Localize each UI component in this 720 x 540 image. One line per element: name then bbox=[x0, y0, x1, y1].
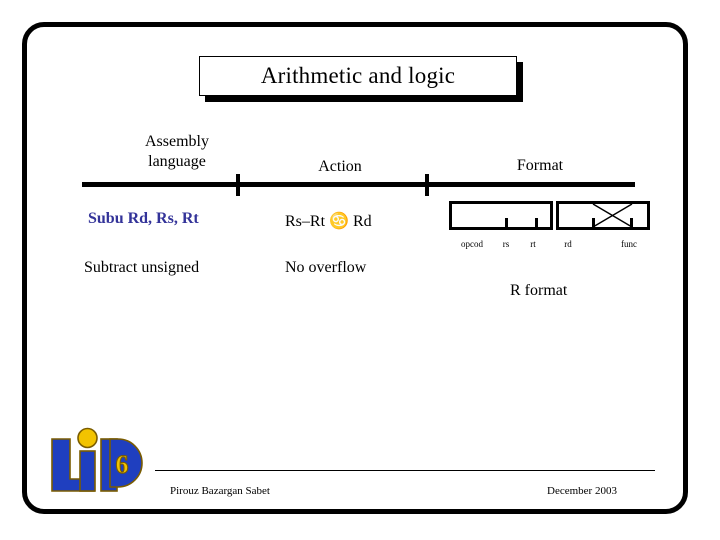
format-field-label-opcod: opcod bbox=[461, 239, 483, 249]
format-diagram-caption: R format bbox=[510, 282, 568, 299]
footer-divider-rule bbox=[155, 470, 655, 471]
column-header-assembly: Assembly language bbox=[112, 132, 242, 171]
column-separator-tick-1 bbox=[236, 174, 240, 196]
format-field-divider-opcod-rs bbox=[505, 218, 508, 227]
column-separator-tick-2 bbox=[425, 174, 429, 196]
format-field-label-rs: rs bbox=[502, 239, 510, 249]
format-field-label-rt: rt bbox=[530, 239, 536, 249]
format-field-crossed-out-icon bbox=[592, 203, 633, 228]
action-expression: Rs–Rt ♋ Rd bbox=[285, 213, 372, 230]
svg-text:6: 6 bbox=[116, 450, 129, 479]
assembly-description: Subtract unsigned bbox=[84, 259, 200, 276]
page-title: Arithmetic and logic bbox=[260, 63, 456, 88]
footer-date: December 2003 bbox=[547, 485, 617, 497]
title-box: Arithmetic and logic bbox=[199, 56, 517, 96]
column-header-assembly-line1: Assembly bbox=[145, 133, 209, 150]
column-header-format: Format bbox=[516, 157, 564, 174]
format-field-label-func: func bbox=[621, 239, 637, 249]
lip6-logo: 6 bbox=[50, 425, 150, 493]
format-field-divider-rs-rt bbox=[535, 218, 538, 227]
instruction-format-diagram bbox=[449, 201, 650, 230]
column-header-action: Action bbox=[318, 158, 362, 175]
slide-canvas: Arithmetic and logic Assembly language A… bbox=[0, 0, 720, 540]
header-divider-rule bbox=[82, 182, 635, 187]
assembly-instruction: Subu Rd, Rs, Rt bbox=[88, 210, 199, 227]
action-note: No overflow bbox=[285, 259, 367, 276]
column-header-assembly-line2: language bbox=[148, 152, 206, 170]
footer-author: Pirouz Bazargan Sabet bbox=[170, 485, 270, 497]
format-field-label-rd: rd bbox=[564, 239, 572, 249]
